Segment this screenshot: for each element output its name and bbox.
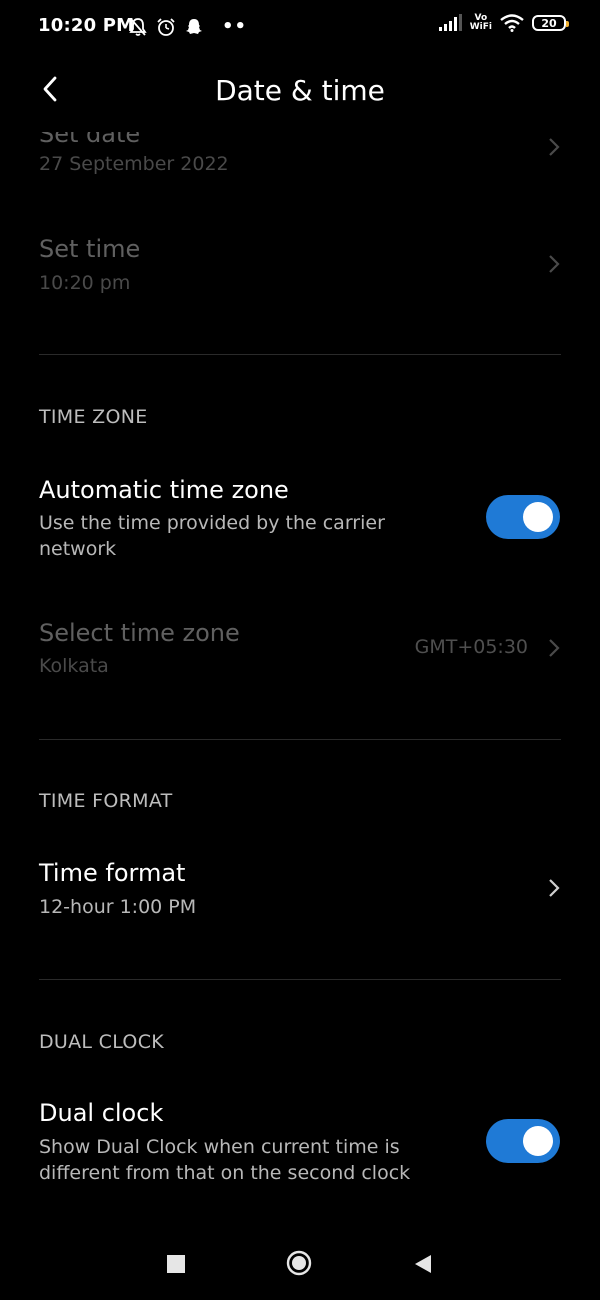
home-circle-icon[interactable] bbox=[286, 1250, 312, 1276]
set-date-row[interactable]: Set date 27 September 2022 bbox=[0, 120, 600, 210]
toggle-knob bbox=[523, 1126, 553, 1156]
set-date-title: Set date bbox=[39, 120, 141, 148]
time-format-row[interactable]: Time format 12-hour 1:00 PM bbox=[0, 855, 600, 935]
automatic-time-zone-description-line2: network bbox=[39, 538, 117, 560]
page-title: Date & time bbox=[215, 74, 385, 107]
select-time-zone-title: Select time zone bbox=[39, 619, 240, 647]
chevron-right-icon bbox=[549, 255, 560, 273]
automatic-time-zone-description: Use the time provided by the carrier bbox=[39, 512, 385, 534]
chevron-right-icon bbox=[549, 639, 560, 657]
dual-clock-title: Dual clock bbox=[39, 1099, 164, 1127]
silent-bell-icon bbox=[129, 17, 147, 36]
wifi-icon bbox=[500, 14, 524, 32]
battery-level: 20 bbox=[541, 16, 557, 30]
select-time-zone-row[interactable]: Select time zone Kolkata GMT+05:30 bbox=[0, 614, 600, 694]
section-header-time-format: TIME FORMAT bbox=[39, 790, 173, 812]
snapchat-icon bbox=[186, 18, 202, 34]
divider bbox=[39, 739, 561, 740]
alarm-icon bbox=[157, 17, 175, 36]
status-bar: 10:20 PM •• Vo WiFi 20 bbox=[0, 0, 600, 56]
set-time-row[interactable]: Set time 10:20 pm bbox=[0, 230, 600, 310]
dual-clock-row[interactable]: Dual clock Show Dual Clock when current … bbox=[0, 1095, 600, 1195]
app-header: Date & time bbox=[0, 60, 600, 120]
battery-icon: 20 bbox=[532, 15, 569, 31]
chevron-right-icon bbox=[549, 879, 560, 897]
chevron-right-icon bbox=[549, 138, 560, 156]
back-triangle-icon[interactable] bbox=[413, 1253, 433, 1275]
set-date-value: 27 September 2022 bbox=[39, 153, 229, 175]
toggle-knob bbox=[523, 502, 553, 532]
signal-icon bbox=[438, 14, 462, 31]
select-time-zone-offset: GMT+05:30 bbox=[414, 636, 528, 658]
status-time: 10:20 PM bbox=[38, 15, 135, 36]
divider bbox=[39, 979, 561, 980]
vowifi-icon: Vo WiFi bbox=[469, 13, 492, 32]
section-header-time-zone: TIME ZONE bbox=[39, 406, 148, 428]
automatic-time-zone-toggle[interactable] bbox=[486, 495, 560, 539]
status-left-icons: •• bbox=[128, 16, 247, 37]
dual-clock-description: Show Dual Clock when current time is bbox=[39, 1136, 400, 1158]
select-time-zone-city: Kolkata bbox=[39, 655, 109, 677]
system-nav-bar bbox=[0, 1235, 600, 1295]
automatic-time-zone-title: Automatic time zone bbox=[39, 476, 289, 504]
automatic-time-zone-row[interactable]: Automatic time zone Use the time provide… bbox=[0, 470, 600, 570]
more-notifications-indicator: •• bbox=[222, 16, 248, 37]
time-format-value: 12-hour 1:00 PM bbox=[39, 896, 197, 918]
dual-clock-toggle[interactable] bbox=[486, 1119, 560, 1163]
time-format-title: Time format bbox=[39, 859, 186, 887]
divider bbox=[39, 354, 561, 355]
status-right-icons: Vo WiFi 20 bbox=[438, 13, 569, 32]
dual-clock-description-line2: different from that on the second clock bbox=[39, 1162, 411, 1184]
recents-square-icon[interactable] bbox=[167, 1255, 185, 1273]
set-time-title: Set time bbox=[39, 235, 141, 263]
section-header-dual-clock: DUAL CLOCK bbox=[39, 1031, 165, 1053]
set-time-value: 10:20 pm bbox=[39, 272, 131, 294]
